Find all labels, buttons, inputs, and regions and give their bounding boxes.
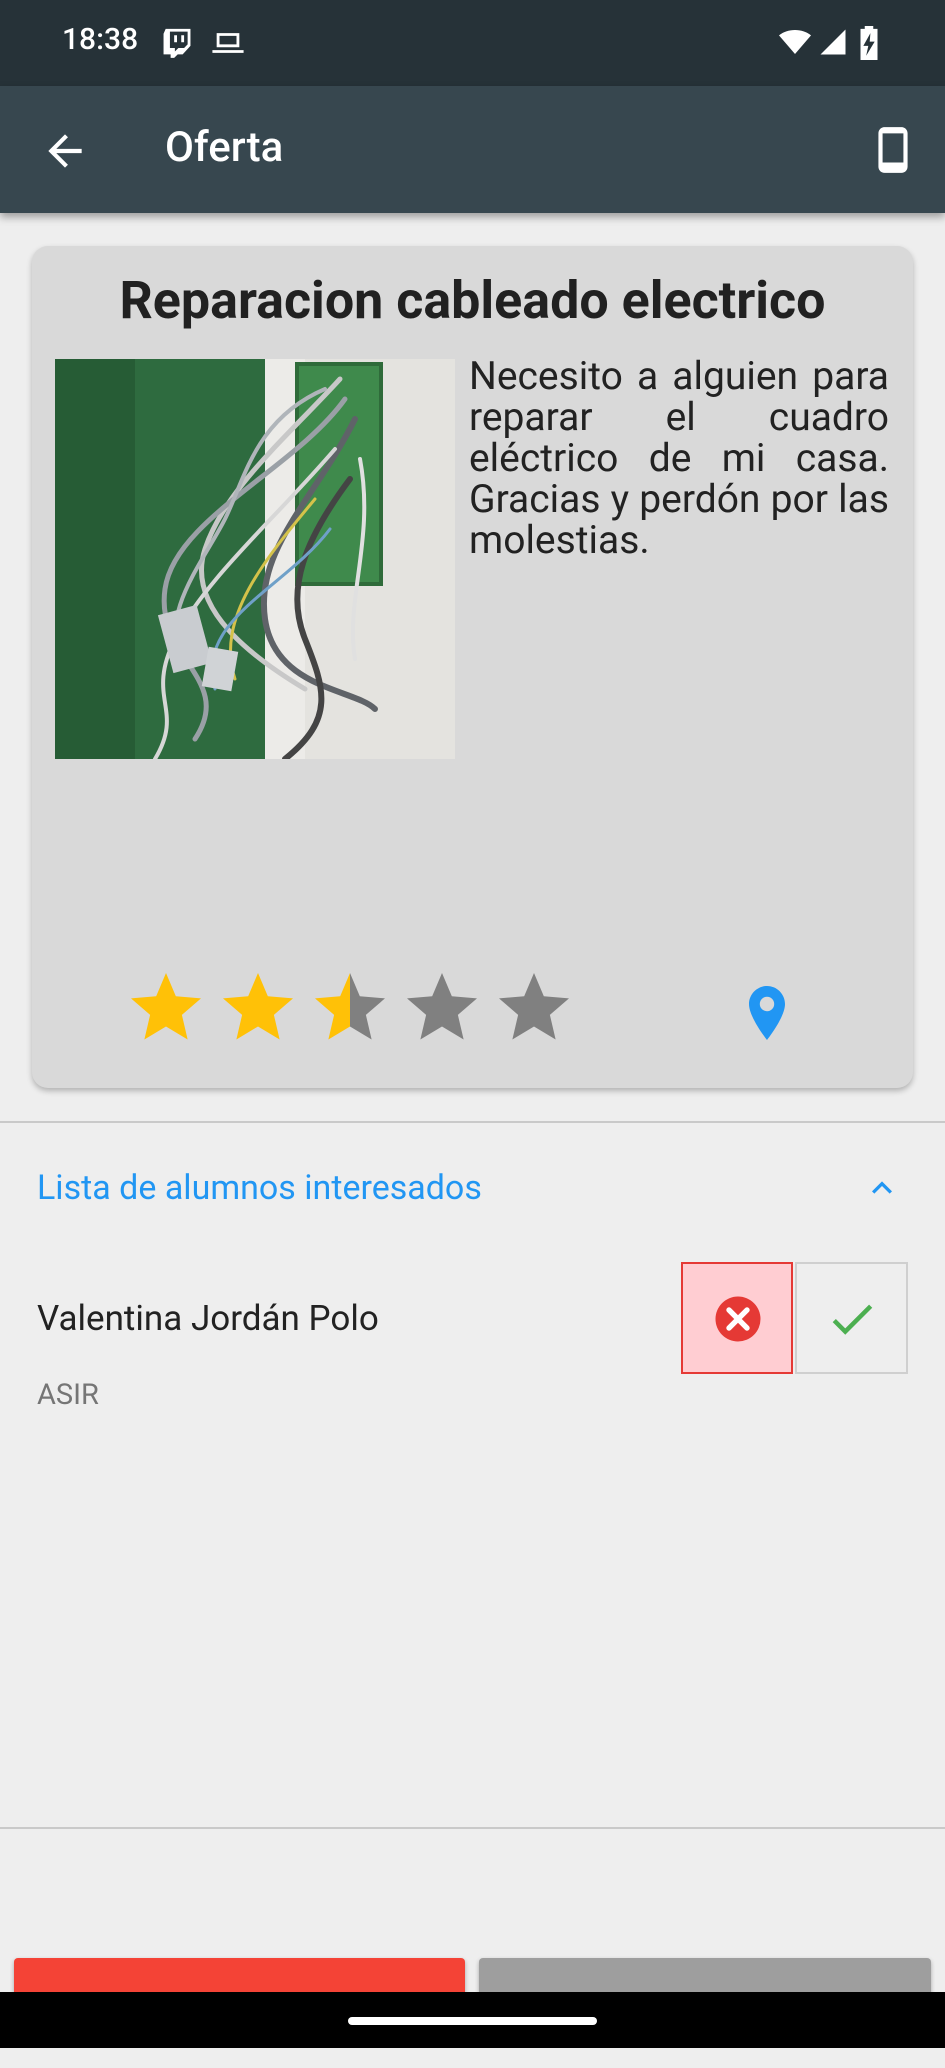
offer-description: Necesito a alguien para reparar el cuadr… — [469, 353, 889, 563]
chevron-up-icon[interactable] — [862, 1168, 902, 1208]
offer-image — [55, 359, 455, 759]
home-handle[interactable] — [348, 2017, 597, 2025]
twitch-icon — [163, 28, 191, 58]
page-title: Oferta — [165, 123, 284, 172]
interested-list-header[interactable]: Lista de alumnos interesados — [37, 1168, 482, 1208]
star-empty-icon — [499, 973, 569, 1040]
wifi-icon — [779, 30, 811, 54]
app-bar: Oferta — [0, 86, 945, 213]
star-half-icon — [315, 973, 385, 1040]
phone-icon[interactable] — [868, 122, 918, 178]
offer-title: Reparacion cableado electrico — [119, 270, 826, 331]
location-pin-icon[interactable] — [745, 986, 789, 1040]
check-icon — [832, 1304, 873, 1335]
star-filled-icon — [131, 973, 201, 1040]
accept-student-button[interactable] — [795, 1262, 908, 1374]
divider — [0, 1827, 945, 1829]
navigation-bar — [0, 1992, 945, 2048]
reject-student-button[interactable] — [681, 1262, 793, 1374]
student-course: ASIR — [37, 1378, 99, 1412]
offer-card: Reparacion cableado electrico Necesito a… — [32, 246, 913, 1088]
star-filled-icon — [223, 973, 293, 1040]
star-empty-icon — [407, 973, 477, 1040]
student-name: Valentina Jordán Polo — [37, 1298, 379, 1339]
status-time: 18:38 — [62, 22, 139, 57]
cancel-circle-icon — [715, 1296, 761, 1342]
back-arrow-icon[interactable] — [40, 126, 90, 176]
laptop-icon — [212, 33, 244, 53]
status-bar: 18:38 — [0, 0, 945, 86]
signal-icon — [820, 29, 846, 55]
divider — [0, 1121, 945, 1123]
battery-charging-icon — [860, 26, 878, 60]
